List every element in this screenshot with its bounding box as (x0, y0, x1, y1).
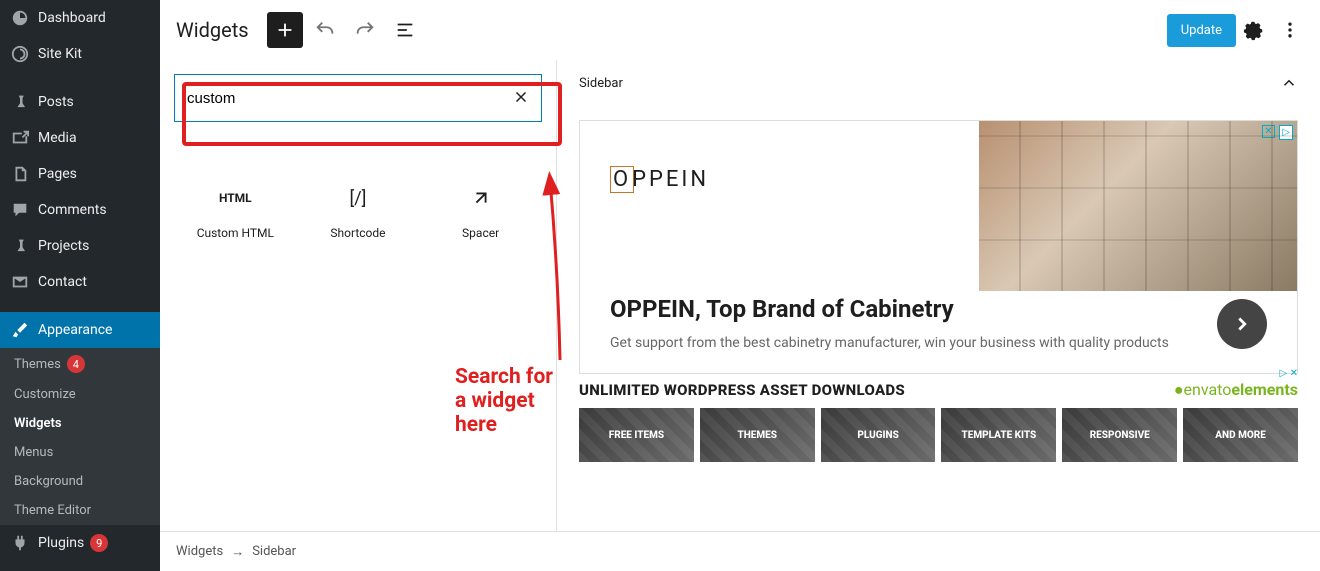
annotation-text: Search for a widget here (455, 365, 556, 437)
menu-label: Pages (38, 166, 77, 182)
submenu-label: Menus (14, 445, 53, 460)
menu-label: Posts (38, 94, 74, 110)
menu-projects[interactable]: Projects (0, 228, 160, 264)
menu-plugins[interactable]: Plugins 9 (0, 525, 160, 561)
submenu-theme-editor[interactable]: Theme Editor (0, 496, 160, 525)
menu-label: Dashboard (38, 10, 106, 26)
sidebar-panel-toggle[interactable]: Sidebar (557, 60, 1320, 106)
menu-dashboard[interactable]: Dashboard (0, 0, 160, 36)
menu-comments[interactable]: Comments (0, 192, 160, 228)
tile-responsive[interactable]: RESPONSIVE (1062, 408, 1177, 462)
options-button[interactable] (1272, 12, 1308, 48)
envato-headline: UNLIMITED WORDPRESS ASSET DOWNLOADS (579, 381, 905, 399)
search-wrap (174, 74, 542, 122)
badge: 4 (67, 355, 85, 373)
block-label: Custom HTML (197, 226, 274, 240)
plug-icon (10, 533, 30, 553)
block-spacer[interactable]: Spacer (419, 172, 542, 252)
search-results: HTML Custom HTML [/] Shortcode Spacer (160, 122, 556, 252)
menu-label: Plugins (38, 535, 84, 551)
main-area: Widgets Update HTML Custom HTML (160, 0, 1320, 571)
tile-and-more[interactable]: AND MORE (1183, 408, 1298, 462)
mail-icon (10, 272, 30, 292)
menu-contact[interactable]: Contact (0, 264, 160, 300)
panel-title: Sidebar (579, 76, 623, 91)
submenu-customize[interactable]: Customize (0, 380, 160, 409)
envato-banner: UNLIMITED WORDPRESS ASSET DOWNLOADS ●env… (579, 380, 1298, 400)
html-icon: HTML (219, 184, 252, 212)
adchoices-icon[interactable]: ▷ ✕ (1279, 368, 1298, 379)
shortcode-icon: [/] (349, 184, 366, 212)
crumb-widgets[interactable]: Widgets (176, 544, 223, 559)
menu-label: Projects (38, 238, 89, 254)
submenu-label: Widgets (14, 416, 62, 431)
crumb-separator: → (231, 544, 244, 560)
admin-sidebar: Dashboard Site Kit Posts Media Pages Com… (0, 0, 160, 571)
menu-media[interactable]: Media (0, 120, 160, 156)
submenu-menus[interactable]: Menus (0, 438, 160, 467)
clear-search-button[interactable] (512, 88, 532, 108)
redo-button[interactable] (347, 12, 383, 48)
block-search-input[interactable] (174, 74, 542, 122)
list-view-button[interactable] (387, 12, 423, 48)
submenu-widgets[interactable]: Widgets (0, 409, 160, 438)
tile-plugins[interactable]: PLUGINS (821, 408, 936, 462)
editor-toolbar: Widgets Update (160, 0, 1320, 60)
appearance-submenu: Themes 4 Customize Widgets Menus Backgrou… (0, 348, 160, 525)
badge: 9 (90, 534, 108, 552)
ad-description: Get support from the best cabinetry manu… (610, 333, 1201, 353)
menu-label: Site Kit (38, 46, 82, 62)
ad-card: OPPEIN ✕ ▷ OPPEIN, Top Brand of Cabinetr… (579, 120, 1298, 374)
breadcrumb: Widgets → Sidebar (160, 531, 1320, 571)
dashboard-icon (10, 8, 30, 28)
ad-image: ✕ ▷ (979, 121, 1297, 291)
menu-label: Appearance (38, 322, 112, 338)
envato-logo: ●envatoelements (1174, 380, 1298, 400)
add-block-button[interactable] (267, 12, 303, 48)
sitekit-icon (10, 44, 30, 64)
update-button[interactable]: Update (1167, 14, 1236, 47)
tile-themes[interactable]: THEMES (700, 408, 815, 462)
tile-template-kits[interactable]: TEMPLATE KITS (941, 408, 1056, 462)
submenu-label: Background (14, 474, 83, 489)
submenu-label: Theme Editor (14, 503, 91, 518)
menu-label: Comments (38, 202, 107, 218)
pin-icon (10, 92, 30, 112)
block-label: Shortcode (330, 226, 385, 240)
submenu-themes[interactable]: Themes 4 (0, 348, 160, 380)
pin-icon (10, 236, 30, 256)
menu-sitekit[interactable]: Site Kit (0, 36, 160, 72)
ad-close-icon[interactable]: ✕ (1262, 125, 1275, 138)
content-row: HTML Custom HTML [/] Shortcode Spacer Se… (160, 60, 1320, 531)
crumb-sidebar[interactable]: Sidebar (252, 544, 296, 559)
adchoices-icon[interactable]: ▷ (1279, 125, 1293, 140)
menu-appearance[interactable]: Appearance (0, 312, 160, 348)
comments-icon (10, 200, 30, 220)
ad-cta-arrow[interactable] (1217, 299, 1267, 349)
block-custom-html[interactable]: HTML Custom HTML (174, 172, 297, 252)
settings-button[interactable] (1236, 12, 1272, 48)
menu-label: Contact (38, 274, 87, 290)
envato-tiles: FREE ITEMS THEMES PLUGINS TEMPLATE KITS … (579, 408, 1298, 462)
tile-free-items[interactable]: FREE ITEMS (579, 408, 694, 462)
menu-label: Media (38, 130, 77, 146)
block-label: Spacer (462, 226, 499, 240)
undo-button[interactable] (307, 12, 343, 48)
submenu-label: Customize (14, 387, 76, 402)
menu-posts[interactable]: Posts (0, 84, 160, 120)
block-shortcode[interactable]: [/] Shortcode (297, 172, 420, 252)
media-icon (10, 128, 30, 148)
expand-icon (470, 184, 492, 212)
page-title: Widgets (176, 18, 249, 42)
menu-pages[interactable]: Pages (0, 156, 160, 192)
submenu-label: Themes (14, 357, 61, 372)
widget-preview: Sidebar OPPEIN ✕ ▷ OPPEIN, Top Brand of … (557, 60, 1320, 531)
chevron-up-icon (1280, 74, 1298, 92)
pages-icon (10, 164, 30, 184)
ad-title: OPPEIN, Top Brand of Cabinetry (610, 295, 1201, 323)
block-inserter-panel: HTML Custom HTML [/] Shortcode Spacer Se… (160, 60, 557, 531)
brush-icon (10, 320, 30, 340)
ad-logo: OPPEIN (610, 167, 949, 192)
submenu-background[interactable]: Background (0, 467, 160, 496)
